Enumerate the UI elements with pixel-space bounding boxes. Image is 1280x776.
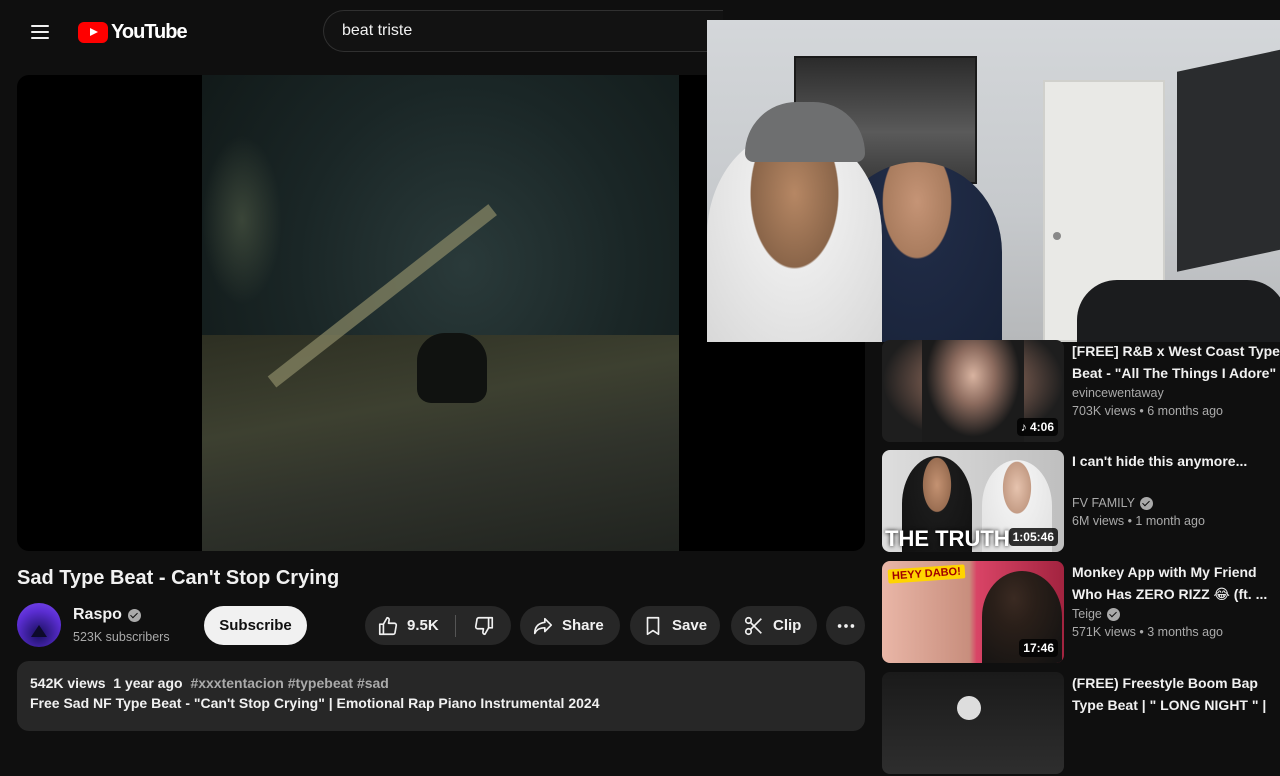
youtube-play-icon [78,21,108,43]
recommendation-channel-text[interactable]: Teige [1072,607,1102,621]
thumbnail-text: HEYY DABO! [887,564,966,584]
save-label: Save [672,617,708,634]
recommendation-meta: 571K views • 3 months ago [1072,625,1223,639]
recommendation-channel[interactable]: FV FAMILY [1072,496,1280,510]
channel-name[interactable]: Raspo [73,606,141,624]
menu-icon[interactable] [22,14,58,50]
description-text: Free Sad NF Type Beat - "Can't Stop Cryi… [30,695,600,711]
view-count: 542K views [30,675,106,691]
recommendation-title[interactable]: (FREE) Freestyle Boom Bap Type Beat | " … [1072,672,1280,716]
dislike-button[interactable] [456,606,511,645]
recommendation-thumbnail[interactable]: ♪ 4:06 [882,340,1064,442]
clip-label: Clip [773,617,802,634]
like-button[interactable]: 9.5K [365,606,455,645]
scissors-icon [744,616,762,635]
recommendation-channel[interactable]: evincewentaway [1072,386,1280,400]
recommendation-thumbnail[interactable] [882,672,1064,774]
recommendation-thumbnail[interactable]: HEYY DABO! 17:46 [882,561,1064,663]
thumbnail-text: THE TRUTH [885,526,1010,551]
more-options-button[interactable] [826,606,865,645]
hashtags[interactable]: #xxxtentacion #typebeat #sad [190,675,388,691]
recommendation-title[interactable]: I can't hide this anymore... [1072,450,1280,494]
sitting-person-shape [417,333,487,403]
clip-button[interactable]: Clip [731,606,817,645]
verified-check-icon [127,608,141,622]
recommendation-title[interactable]: Monkey App with My Friend Who Has ZERO R… [1072,561,1280,605]
recommendation-info: [FREE] R&B x West Coast Type Beat - "All… [1072,340,1280,418]
duration-badge: 1:05:46 [1008,528,1058,546]
more-horizontal-icon [837,623,854,628]
recommendation-item[interactable]: ♪ 4:06 [FREE] R&B x West Coast Type Beat… [882,340,1280,444]
recommendation-title[interactable]: [FREE] R&B x West Coast Type Beat - "All… [1072,340,1280,384]
recommendation-item[interactable]: THE TRUTH 1:05:46 I can't hide this anym… [882,450,1280,554]
chair [1077,280,1280,342]
wall-calendar [1177,48,1280,272]
description-meta: 542K views 1 year ago #xxxtentacion #typ… [30,675,852,691]
recommendation-item[interactable]: (FREE) Freestyle Boom Bap Type Beat | " … [882,672,1280,776]
youtube-logo[interactable]: YouTube [78,20,188,44]
recommendation-channel[interactable]: Teige [1072,607,1280,621]
thumbs-up-icon [378,616,398,635]
recommendation-info: I can't hide this anymore... FV FAMILY 6… [1072,450,1280,528]
search-input[interactable] [324,11,723,51]
recommendation-meta: 703K views • 6 months ago [1072,404,1223,418]
skull-icon [957,696,981,720]
verified-check-icon [1106,607,1120,621]
verified-check-icon [1139,496,1153,510]
channel-name-text[interactable]: Raspo [73,606,122,624]
thumbs-down-icon [474,616,493,635]
search-box[interactable] [323,10,723,52]
bookmark-icon [646,616,660,635]
recommendation-channel-text[interactable]: evincewentaway [1072,386,1164,400]
save-button[interactable]: Save [630,606,720,645]
duration-badge: 17:46 [1019,639,1058,657]
recommendation-thumbnail[interactable]: THE TRUTH 1:05:46 [882,450,1064,552]
description-box[interactable]: 542K views 1 year ago #xxxtentacion #typ… [17,661,865,731]
recommendation-info: (FREE) Freestyle Boom Bap Type Beat | " … [1072,672,1280,716]
like-dislike-group: 9.5K [365,606,511,645]
share-button[interactable]: Share [520,606,620,645]
video-title: Sad Type Beat - Can't Stop Crying [17,567,340,589]
recommendation-info: Monkey App with My Friend Who Has ZERO R… [1072,561,1280,639]
subscribe-button[interactable]: Subscribe [204,606,307,645]
tree-shape [202,135,282,305]
video-frame [202,75,679,551]
channel-avatar[interactable] [17,603,61,647]
thumbnail-image [922,340,1024,442]
recommendation-meta: 6M views • 1 month ago [1072,514,1205,528]
webcam-overlay [707,20,1280,342]
duration-badge: ♪ 4:06 [1016,418,1058,436]
share-arrow-icon [533,617,553,634]
upload-age: 1 year ago [113,675,183,691]
recommendation-channel-text[interactable]: FV FAMILY [1072,496,1135,510]
recommendation-item[interactable]: HEYY DABO! 17:46 Monkey App with My Frie… [882,561,1280,665]
subscriber-count: 523K subscribers [73,630,170,644]
logo-text: YouTube [111,20,188,43]
like-count: 9.5K [407,617,439,634]
share-label: Share [562,617,604,634]
